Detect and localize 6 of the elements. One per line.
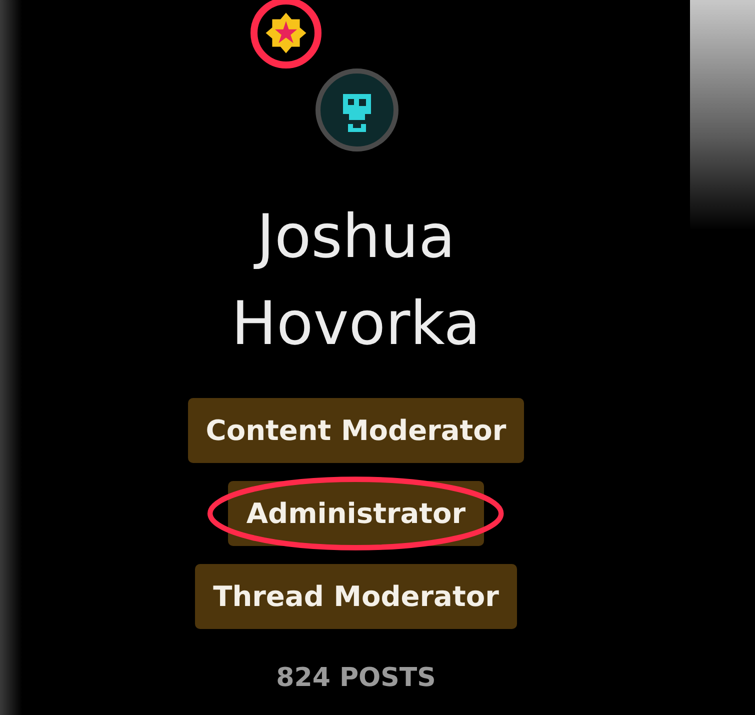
role-tag: Content Moderator (188, 398, 524, 463)
post-count: 824 POSTS (276, 663, 436, 693)
star-badge-icon (263, 10, 309, 56)
user-name: Joshua Hovorka (230, 201, 482, 361)
skull-avatar-icon (315, 68, 399, 152)
role-tag: Thread Moderator (195, 564, 517, 629)
